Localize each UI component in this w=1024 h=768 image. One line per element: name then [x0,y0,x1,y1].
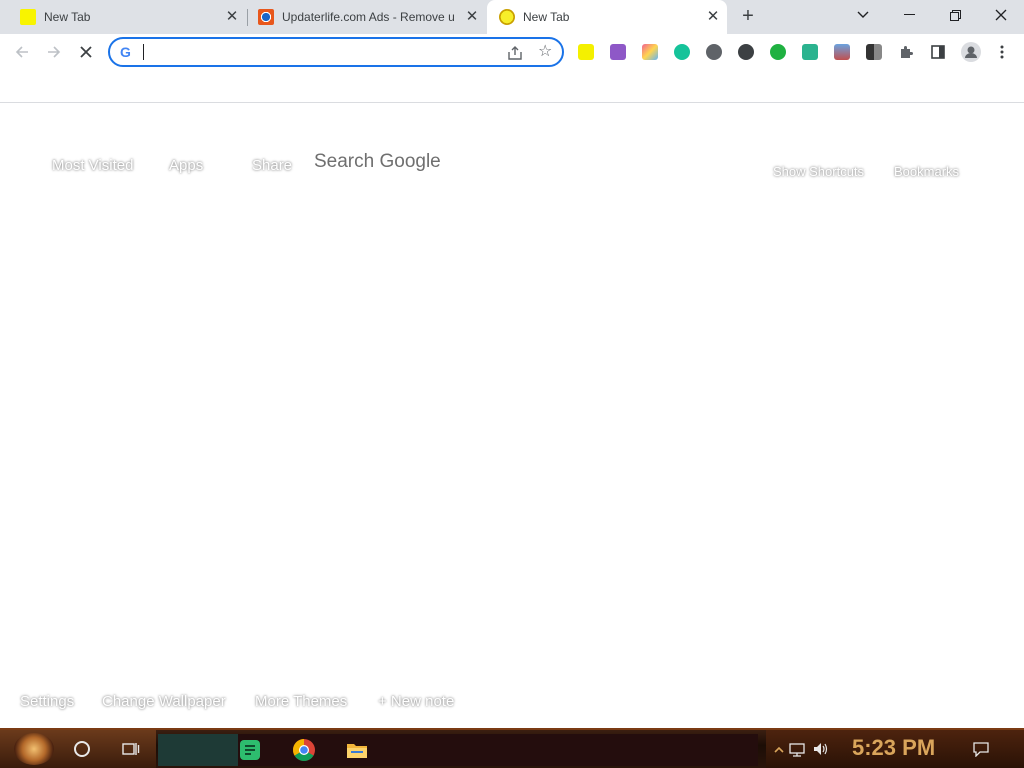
extension-screenshot-icon[interactable] [802,44,818,60]
taskbar: 5:23 PM [0,728,1024,768]
kebab-menu-icon[interactable] [994,44,1010,60]
start-button[interactable] [14,733,54,765]
extension-yellow-icon[interactable] [578,44,594,60]
extension-grammarly-icon[interactable] [674,44,690,60]
tab-new-tab-1[interactable]: New Tab ✕ [0,0,246,34]
taskbar-left-panel [0,730,156,768]
taskbar-clock[interactable]: 5:23 PM [852,735,935,761]
tab-title: New Tab [523,10,570,24]
bookmark-star-icon[interactable]: ☆ [538,41,552,61]
profile-avatar-icon[interactable] [961,42,981,62]
task-view-icon[interactable] [122,741,140,757]
tab-title: New Tab [44,10,91,24]
minimize-button[interactable] [886,0,932,30]
search-google-label[interactable]: Search Google [314,151,441,173]
extension-grid-icon[interactable] [866,44,882,60]
tab-favicon-icon [20,9,36,25]
cortana-icon[interactable] [74,741,90,757]
close-window-button[interactable] [978,0,1024,30]
address-input[interactable] [142,42,492,62]
tray-arrow-icon[interactable] [770,741,788,757]
network-icon[interactable] [788,741,806,757]
extension-video-icon[interactable] [770,44,786,60]
tab-search-icon[interactable] [840,0,886,30]
forward-button[interactable] [40,38,68,66]
tab-favicon-icon [499,9,515,25]
new-tab-button[interactable]: + [736,5,760,29]
new-note-link[interactable]: + New note [378,693,454,710]
share-link[interactable]: Share [252,157,292,174]
tab-strip: New Tab ✕ Updaterlife.com Ads - Remove u… [0,0,1024,34]
close-tab-icon[interactable]: ✕ [705,9,721,25]
notes-app-icon[interactable] [238,738,262,762]
back-button[interactable] [8,38,36,66]
toolbar-divider [0,102,1024,103]
pcrisk-favicon-icon [258,9,274,25]
puzzle-icon[interactable] [898,44,914,60]
tab-new-tab-active[interactable]: New Tab ✕ [487,0,727,34]
settings-link[interactable]: Settings [20,693,74,710]
chrome-icon[interactable] [292,738,316,762]
volume-icon[interactable] [812,741,830,757]
google-icon: G [120,44,131,60]
close-tab-icon[interactable]: ✕ [464,9,480,25]
most-visited-link[interactable]: Most Visited [52,157,133,174]
stop-loading-button[interactable] [72,38,100,66]
extension-image-icon[interactable] [834,44,850,60]
extension-colorful-icon[interactable] [642,44,658,60]
tab-updaterlife[interactable]: Updaterlife.com Ads - Remove u ✕ [238,0,486,34]
change-wallpaper-link[interactable]: Change Wallpaper [102,693,226,710]
file-explorer-icon[interactable] [345,738,369,762]
share-icon[interactable] [506,44,524,62]
text-caret [143,44,144,60]
address-bar[interactable]: G ☆ [108,37,564,67]
show-shortcuts-link[interactable]: Show Shortcuts [773,164,864,179]
screen: New Tab ✕ Updaterlife.com Ads - Remove u… [0,0,1024,768]
browser-toolbar: G ☆ [0,34,1024,70]
bookmarks-link[interactable]: Bookmarks [894,164,959,179]
more-themes-link[interactable]: More Themes [255,693,347,710]
taskbar-apps [158,734,758,766]
tab-title: Updaterlife.com Ads - Remove u [282,10,455,24]
extension-chat-icon[interactable] [738,44,754,60]
notifications-icon[interactable] [972,741,990,757]
side-panel-icon[interactable] [930,44,946,60]
extension-email-icon[interactable] [706,44,722,60]
restore-button[interactable] [932,0,978,30]
extension-purple-icon[interactable] [610,44,626,60]
apps-link[interactable]: Apps [169,157,203,174]
